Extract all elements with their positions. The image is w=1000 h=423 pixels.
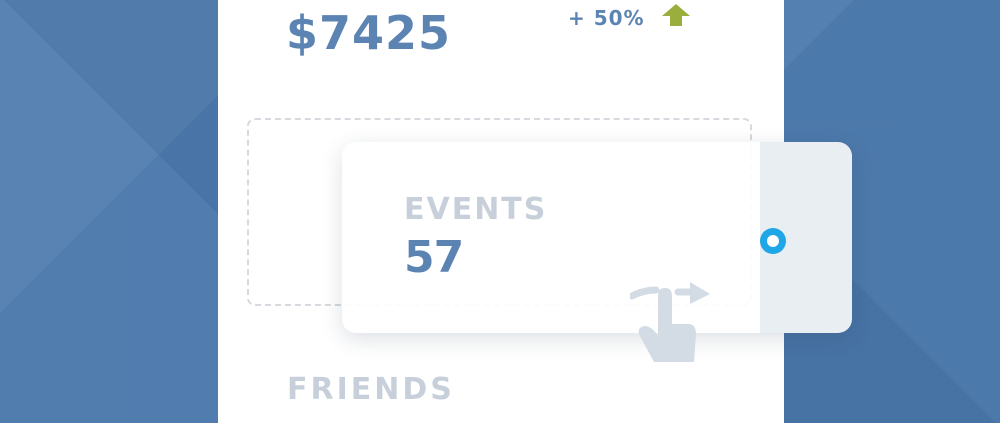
drag-handle[interactable] xyxy=(760,228,786,254)
events-value: 57 xyxy=(404,232,464,283)
friends-label: FRIENDS xyxy=(287,372,455,407)
up-arrow-icon xyxy=(662,4,690,26)
amount-value: $7425 xyxy=(286,6,452,60)
events-label: EVENTS xyxy=(404,192,548,227)
change-percent: + 50% xyxy=(568,6,645,30)
swipe-hand-icon xyxy=(630,282,710,362)
